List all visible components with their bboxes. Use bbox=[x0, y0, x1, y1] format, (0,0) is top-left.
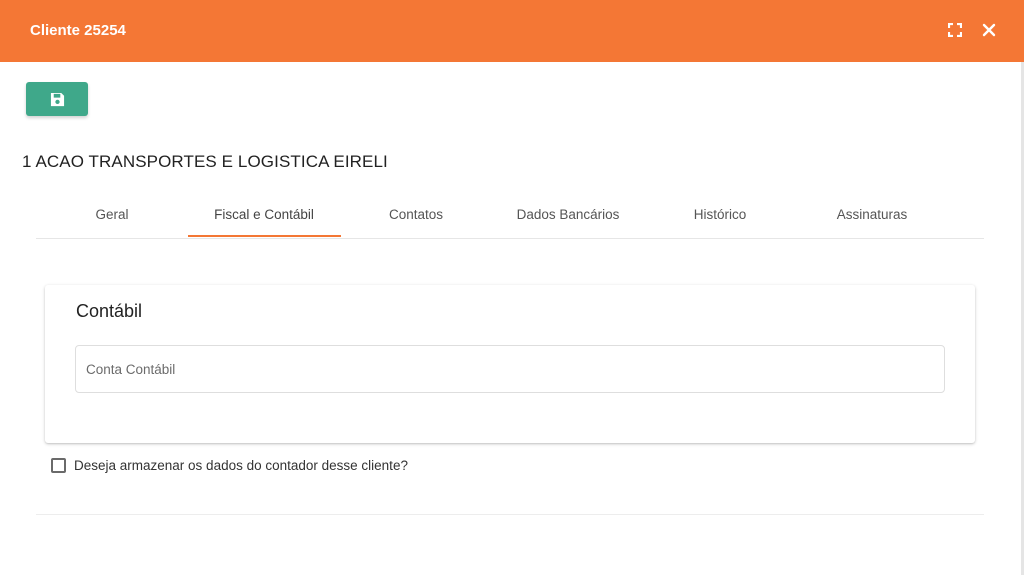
close-icon bbox=[982, 23, 996, 37]
contabil-card: Contábil bbox=[45, 285, 975, 443]
active-tab-indicator bbox=[188, 235, 341, 237]
tab-historico[interactable]: Histórico bbox=[644, 190, 796, 238]
close-button[interactable] bbox=[977, 18, 1001, 42]
tab-bar: Geral Fiscal e Contábil Contatos Dados B… bbox=[36, 190, 984, 239]
client-modal: Cliente 25254 1 ACAO TRANSPORTES E LOGIS… bbox=[0, 0, 1024, 575]
modal-header: Cliente 25254 bbox=[0, 0, 1024, 62]
bottom-divider bbox=[36, 514, 984, 515]
save-button[interactable] bbox=[26, 82, 88, 116]
contador-checkbox[interactable] bbox=[51, 457, 66, 473]
company-name: 1 ACAO TRANSPORTES E LOGISTICA EIRELI bbox=[22, 152, 388, 171]
contabil-title: Contábil bbox=[76, 301, 143, 321]
floppy-disk-icon bbox=[50, 92, 64, 106]
tab-assinaturas[interactable]: Assinaturas bbox=[796, 190, 948, 238]
conta-contabil-input[interactable] bbox=[75, 345, 945, 393]
contador-checkbox-label[interactable]: Deseja armazenar os dados do contador de… bbox=[74, 458, 408, 473]
tab-geral[interactable]: Geral bbox=[36, 190, 188, 238]
expand-icon bbox=[948, 23, 962, 37]
modal-title: Cliente 25254 bbox=[30, 22, 126, 39]
tab-contatos[interactable]: Contatos bbox=[340, 190, 492, 238]
expand-button[interactable] bbox=[943, 18, 967, 42]
tab-dados-bancarios[interactable]: Dados Bancários bbox=[492, 190, 644, 238]
contador-option[interactable]: Deseja armazenar os dados do contador de… bbox=[51, 456, 408, 474]
tab-fiscal-contabil[interactable]: Fiscal e Contábil bbox=[188, 190, 340, 238]
